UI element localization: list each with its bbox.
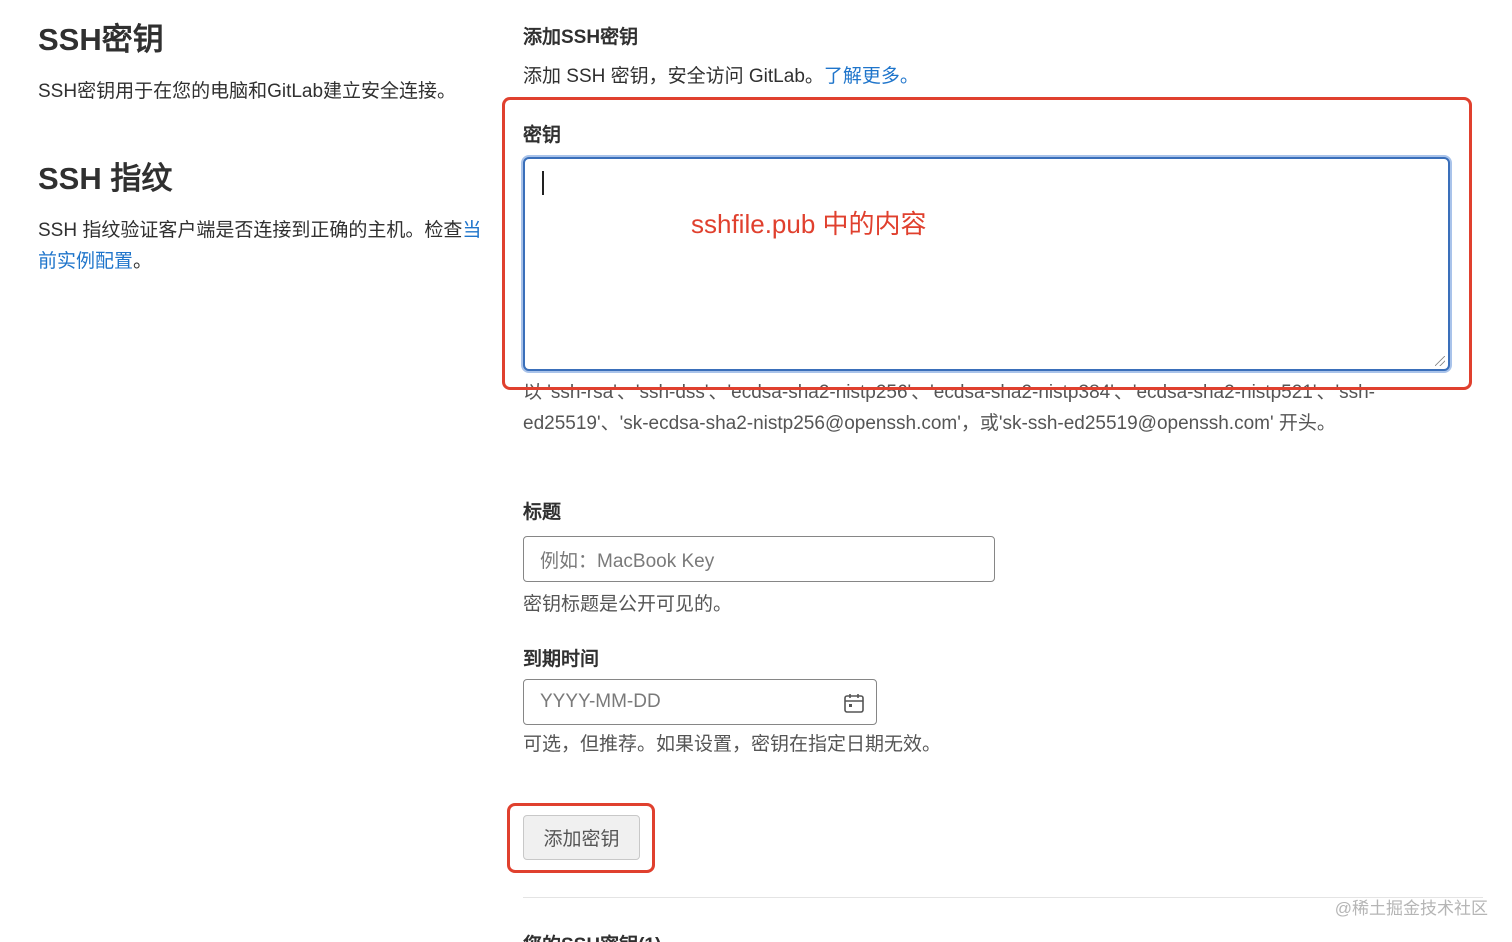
- title-help-text: 密钥标题是公开可见的。: [523, 594, 733, 615]
- form-intro: 添加 SSH 密钥，安全访问 GitLab。了解更多。: [523, 61, 919, 92]
- annotation-box-button: [507, 803, 655, 873]
- expiry-label: 到期时间: [523, 649, 600, 670]
- expiry-help-text: 可选，但推荐。如果设置，密钥在指定日期无效。: [523, 734, 942, 755]
- fingerprints-description-text: SSH 指纹验证客户端是否连接到正确的主机。检查: [38, 220, 463, 241]
- intro-text: 添加 SSH 密钥，安全访问 GitLab。: [523, 66, 824, 87]
- ssh-keys-settings-page: SSH密钥 SSH密钥用于在您的电脑和GitLab建立安全连接。 SSH 指纹 …: [0, 0, 1512, 942]
- fingerprints-description-end: 。: [133, 251, 153, 272]
- watermark: @稀土掘金技术社区: [1334, 899, 1488, 918]
- expiry-placeholder: YYYY-MM-DD: [540, 691, 661, 712]
- settings-sidebar-description: SSH密钥 SSH密钥用于在您的电脑和GitLab建立安全连接。 SSH 指纹 …: [38, 18, 483, 277]
- ssh-keys-description: SSH密钥用于在您的电脑和GitLab建立安全连接。: [38, 81, 457, 102]
- title-label: 标题: [523, 502, 562, 523]
- learn-more-link[interactable]: 了解更多。: [824, 66, 919, 87]
- ssh-fingerprints-title: SSH 指纹: [38, 161, 173, 196]
- title-input[interactable]: 例如：MacBook Key: [523, 536, 995, 582]
- form-heading: 添加SSH密钥: [523, 27, 639, 48]
- ssh-fingerprints-description: SSH 指纹验证客户端是否连接到正确的主机。检查当前实例配置。: [38, 215, 483, 277]
- annotation-box-key: [502, 97, 1472, 390]
- calendar-icon[interactable]: [843, 692, 865, 714]
- expiry-date-input[interactable]: YYYY-MM-DD: [523, 679, 877, 725]
- your-ssh-keys-heading: 您的SSH密钥(1): [523, 930, 661, 942]
- fingerprints-section: SSH 指纹 SSH 指纹验证客户端是否连接到正确的主机。检查当前实例配置。: [38, 157, 483, 277]
- ssh-keys-title: SSH密钥: [38, 22, 164, 57]
